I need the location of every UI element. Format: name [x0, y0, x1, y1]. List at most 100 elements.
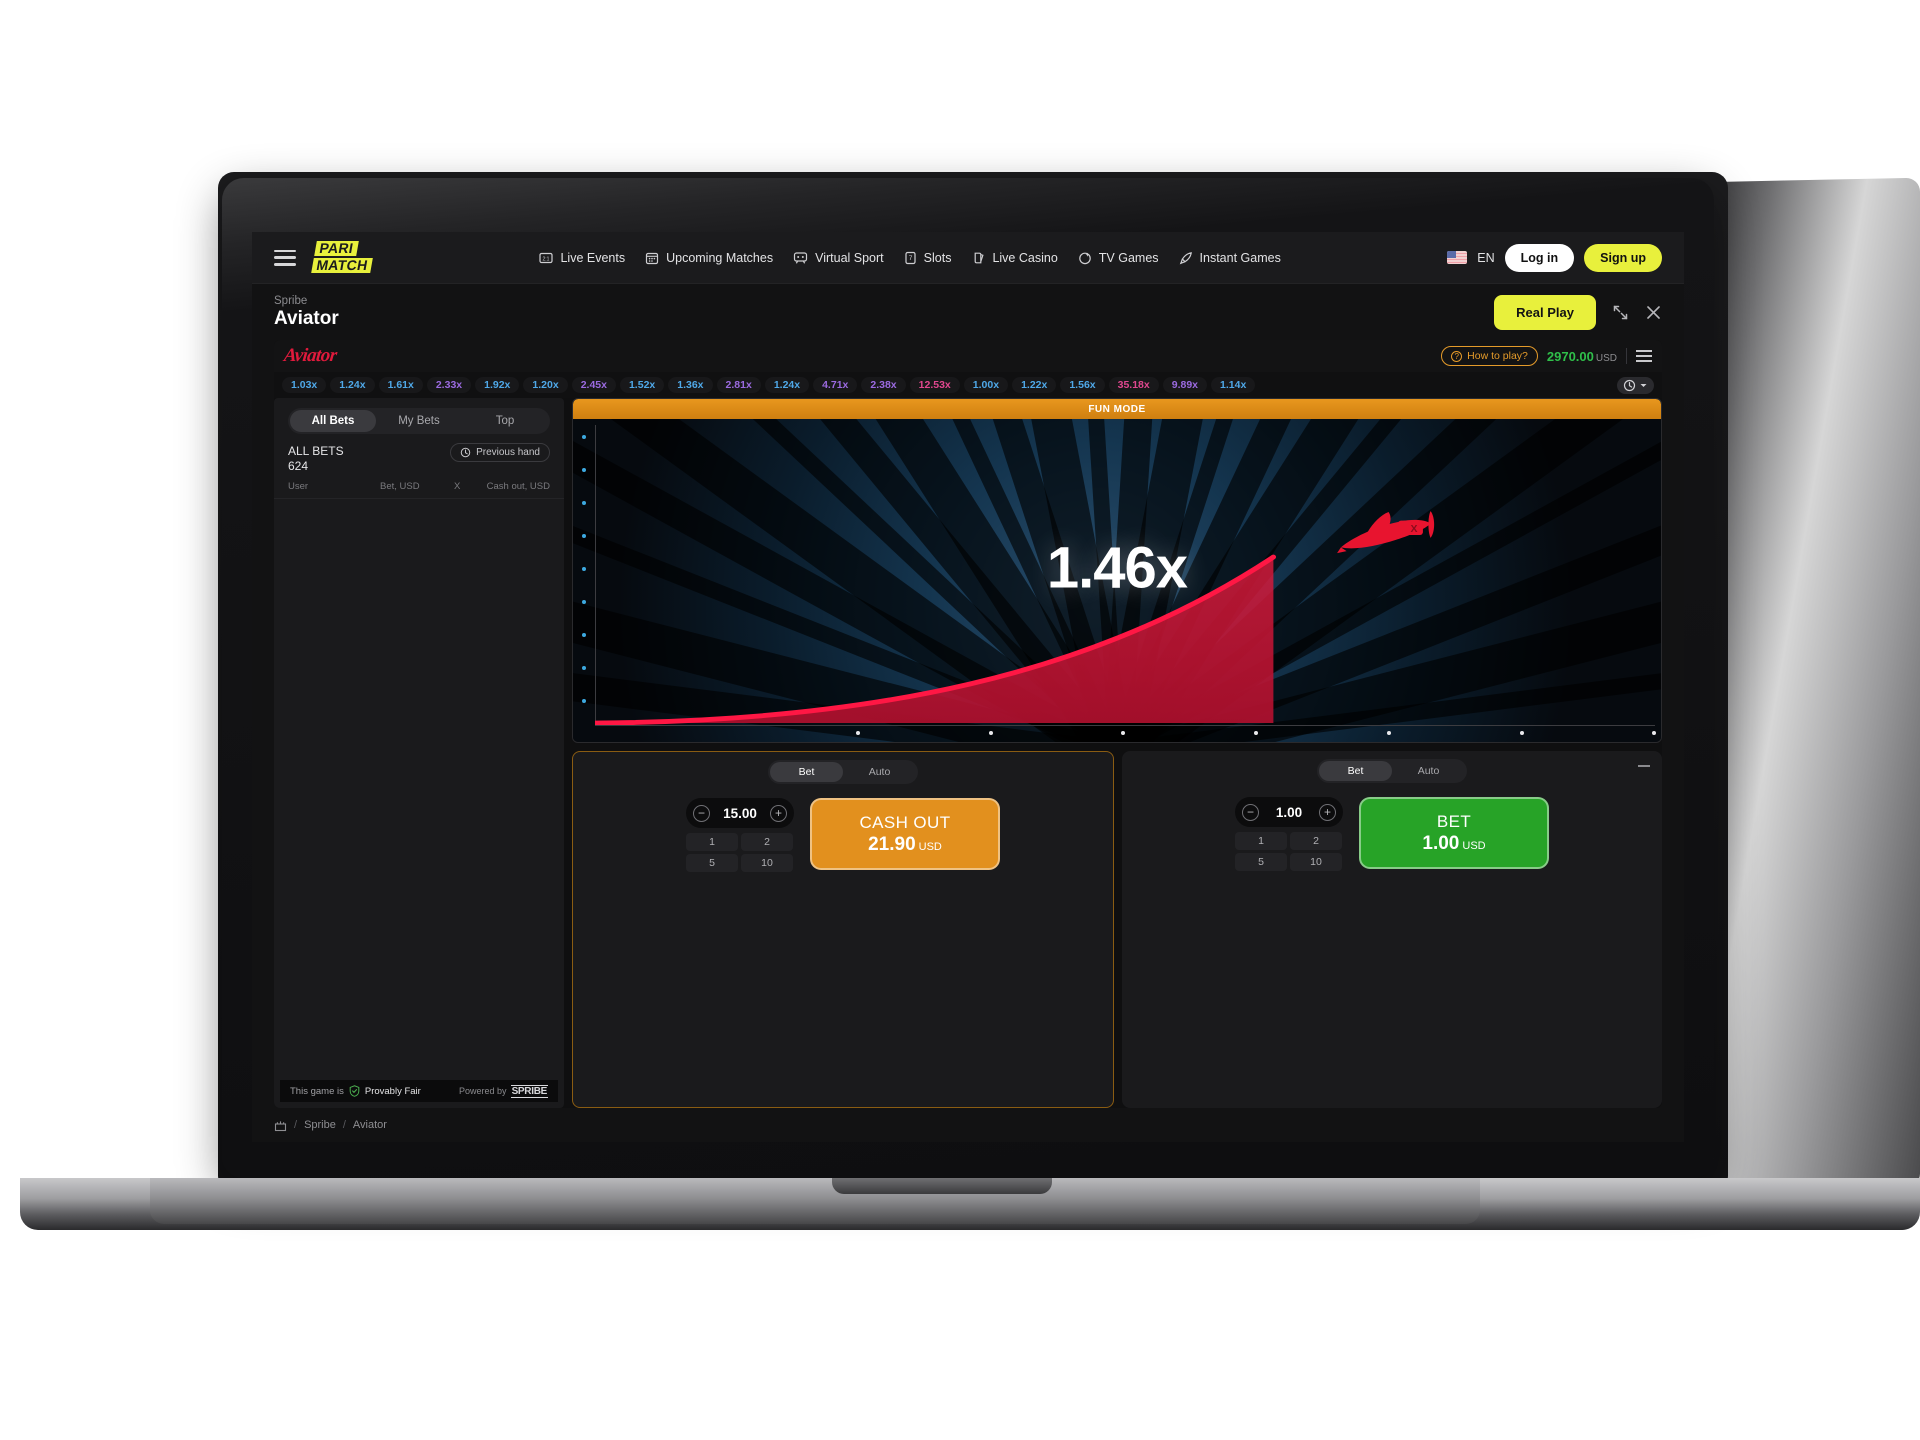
tab-top[interactable]: Top — [462, 410, 548, 432]
bet-amount-control-left: − 15.00 + 1 2 5 10 — [686, 798, 794, 872]
provably-fair-block[interactable]: This game is Provably Fair — [290, 1085, 421, 1097]
cards-icon — [975, 252, 985, 263]
nav-right-controls: EN Log in Sign up — [1447, 243, 1662, 272]
aviator-toolbar-right: ? How to play? 2970.00 USD — [1441, 346, 1652, 366]
nav-item-tv-games[interactable]: TV Games — [1078, 251, 1159, 265]
breadcrumb-item-spribe[interactable]: Spribe — [304, 1119, 336, 1131]
parimatch-site: PARI MATCH 2:1 Live Events Upcoming Matc… — [252, 232, 1684, 1142]
quick-amounts-right: 1 2 5 10 — [1235, 832, 1343, 871]
balance-currency: USD — [1595, 352, 1617, 364]
nav-item-live-events[interactable]: 2:1 Live Events — [539, 251, 625, 265]
nav-item-live-casino[interactable]: Live Casino — [971, 250, 1058, 265]
history-chip[interactable]: 1.24x — [330, 377, 375, 393]
history-chip[interactable]: 1.36x — [668, 377, 713, 393]
history-chip[interactable]: 1.24x — [764, 377, 810, 393]
login-button[interactable]: Log in — [1504, 243, 1575, 272]
game-title-block: Spribe Aviator — [274, 295, 339, 330]
close-icon[interactable] — [1645, 304, 1662, 321]
x-axis-dot — [1519, 731, 1524, 735]
quick-amounts-left: 1 2 5 10 — [686, 833, 794, 872]
real-play-button[interactable]: Real Play — [1494, 294, 1596, 330]
history-chip[interactable]: 1.22x — [1012, 377, 1057, 393]
history-chip[interactable]: 2.45x — [571, 377, 616, 393]
minus-circle-icon[interactable]: − — [1242, 803, 1259, 821]
quick-amount-chip[interactable]: 2 — [1290, 832, 1342, 850]
place-bet-button[interactable]: BET 1.00 USD — [1359, 797, 1549, 869]
nav-item-upcoming-matches[interactable]: Upcoming Matches — [645, 251, 773, 265]
history-chip[interactable]: 1.56x — [1060, 377, 1105, 393]
tab-all-bets[interactable]: All Bets — [290, 410, 376, 432]
plus-circle-icon[interactable]: + — [769, 804, 787, 822]
tab-bet-left[interactable]: Bet — [770, 762, 843, 782]
us-flag-icon — [1447, 251, 1468, 264]
history-chip[interactable]: 1.61x — [378, 377, 423, 393]
history-chip[interactable]: 12.53x — [909, 377, 960, 393]
tab-bet-right[interactable]: Bet — [1319, 761, 1392, 781]
tab-my-bets[interactable]: My Bets — [376, 410, 462, 432]
history-chip[interactable]: 1.20x — [523, 377, 568, 393]
tab-auto-right[interactable]: Auto — [1392, 761, 1465, 781]
provably-fair-label: Provably Fair — [364, 1085, 421, 1097]
history-chip[interactable]: 1.92x — [475, 377, 520, 393]
hamburger-icon[interactable] — [274, 249, 296, 266]
history-chip[interactable]: 9.89x — [1162, 377, 1208, 393]
language-label[interactable]: EN — [1477, 251, 1494, 265]
expand-icon[interactable] — [1612, 304, 1629, 321]
game-header: Spribe Aviator Real Play — [252, 284, 1684, 340]
bet-currency: USD — [1462, 839, 1486, 852]
history-chip[interactable]: 1.14x — [1211, 377, 1256, 393]
bets-list[interactable] — [274, 499, 564, 1080]
plus-circle-icon[interactable]: + — [1319, 803, 1336, 821]
history-chip[interactable]: 2.33x — [426, 377, 472, 393]
history-chip[interactable]: 1.52x — [619, 377, 665, 393]
nav-item-slots[interactable]: 7 Slots — [904, 250, 952, 265]
bet-amount-value-right[interactable]: 1.00 — [1276, 805, 1302, 820]
signup-button[interactable]: Sign up — [1584, 243, 1662, 272]
nav-label: Live Casino — [992, 250, 1058, 265]
column-bet: Bet, USD — [380, 481, 420, 493]
bets-sidebar: All Bets My Bets Top ALL BETS 624 Previo… — [274, 398, 564, 1108]
bet-panel-right-row: − 1.00 + 1 2 5 10 BET 1.00 USD — [1235, 797, 1549, 871]
x-axis-dot — [1386, 731, 1391, 735]
quick-amount-chip[interactable]: 1 — [1235, 832, 1287, 850]
cash-out-button[interactable]: CASH OUT 21.90 USD — [810, 798, 1000, 870]
history-chip[interactable]: 1.00x — [963, 377, 1009, 393]
laptop-screen: PARI MATCH 2:1 Live Events Upcoming Matc… — [252, 232, 1684, 1142]
history-chip[interactable]: 35.18x — [1108, 377, 1159, 393]
bet-amount-value-left[interactable]: 15.00 — [723, 806, 757, 821]
divider — [1626, 348, 1627, 364]
casino-icon[interactable] — [274, 1119, 287, 1132]
quick-amount-chip[interactable]: 10 — [1290, 853, 1342, 871]
history-chip[interactable]: 2.81x — [716, 377, 761, 393]
nav-item-virtual-sport[interactable]: Virtual Sport — [793, 251, 884, 265]
quick-amount-chip[interactable]: 1 — [686, 833, 738, 851]
bets-column-headers: User Bet, USD X Cash out, USD — [274, 477, 564, 500]
aviator-menu-icon[interactable] — [1636, 350, 1652, 362]
quick-amount-chip[interactable]: 5 — [1235, 853, 1287, 871]
history-chip[interactable]: 1.03x — [282, 377, 327, 393]
quick-amount-chip[interactable]: 10 — [741, 854, 793, 872]
history-toggle-button[interactable] — [1617, 376, 1654, 394]
minimize-icon[interactable] — [1638, 765, 1650, 767]
how-to-play-button[interactable]: ? How to play? — [1441, 346, 1538, 366]
cash-out-amount: 21.90 USD — [868, 834, 942, 856]
screenshot-stage: PARI MATCH 2:1 Live Events Upcoming Matc… — [0, 0, 1920, 1440]
all-bets-label: ALL BETS — [288, 444, 344, 458]
top-navigation-bar: PARI MATCH 2:1 Live Events Upcoming Matc… — [252, 232, 1684, 284]
laptop-secondary-body — [1700, 177, 1920, 1193]
breadcrumb-item-aviator[interactable]: Aviator — [353, 1119, 387, 1131]
laptop-base-inner — [150, 1178, 1480, 1224]
nav-label: Slots — [923, 250, 952, 265]
history-chip[interactable]: 2.38x — [861, 377, 906, 393]
provably-fair-prefix: This game is — [290, 1085, 344, 1097]
previous-hand-button[interactable]: Previous hand — [450, 443, 550, 462]
history-chip[interactable]: 4.71x — [813, 377, 858, 393]
nav-label: Virtual Sport — [815, 250, 884, 265]
parimatch-logo[interactable]: PARI MATCH — [311, 240, 376, 274]
quick-amount-chip[interactable]: 5 — [686, 854, 738, 872]
rocket-icon — [1179, 251, 1192, 264]
quick-amount-chip[interactable]: 2 — [741, 833, 793, 851]
tab-auto-left[interactable]: Auto — [843, 762, 916, 782]
minus-circle-icon[interactable]: − — [693, 804, 710, 822]
nav-item-instant-games[interactable]: Instant Games — [1179, 251, 1281, 265]
